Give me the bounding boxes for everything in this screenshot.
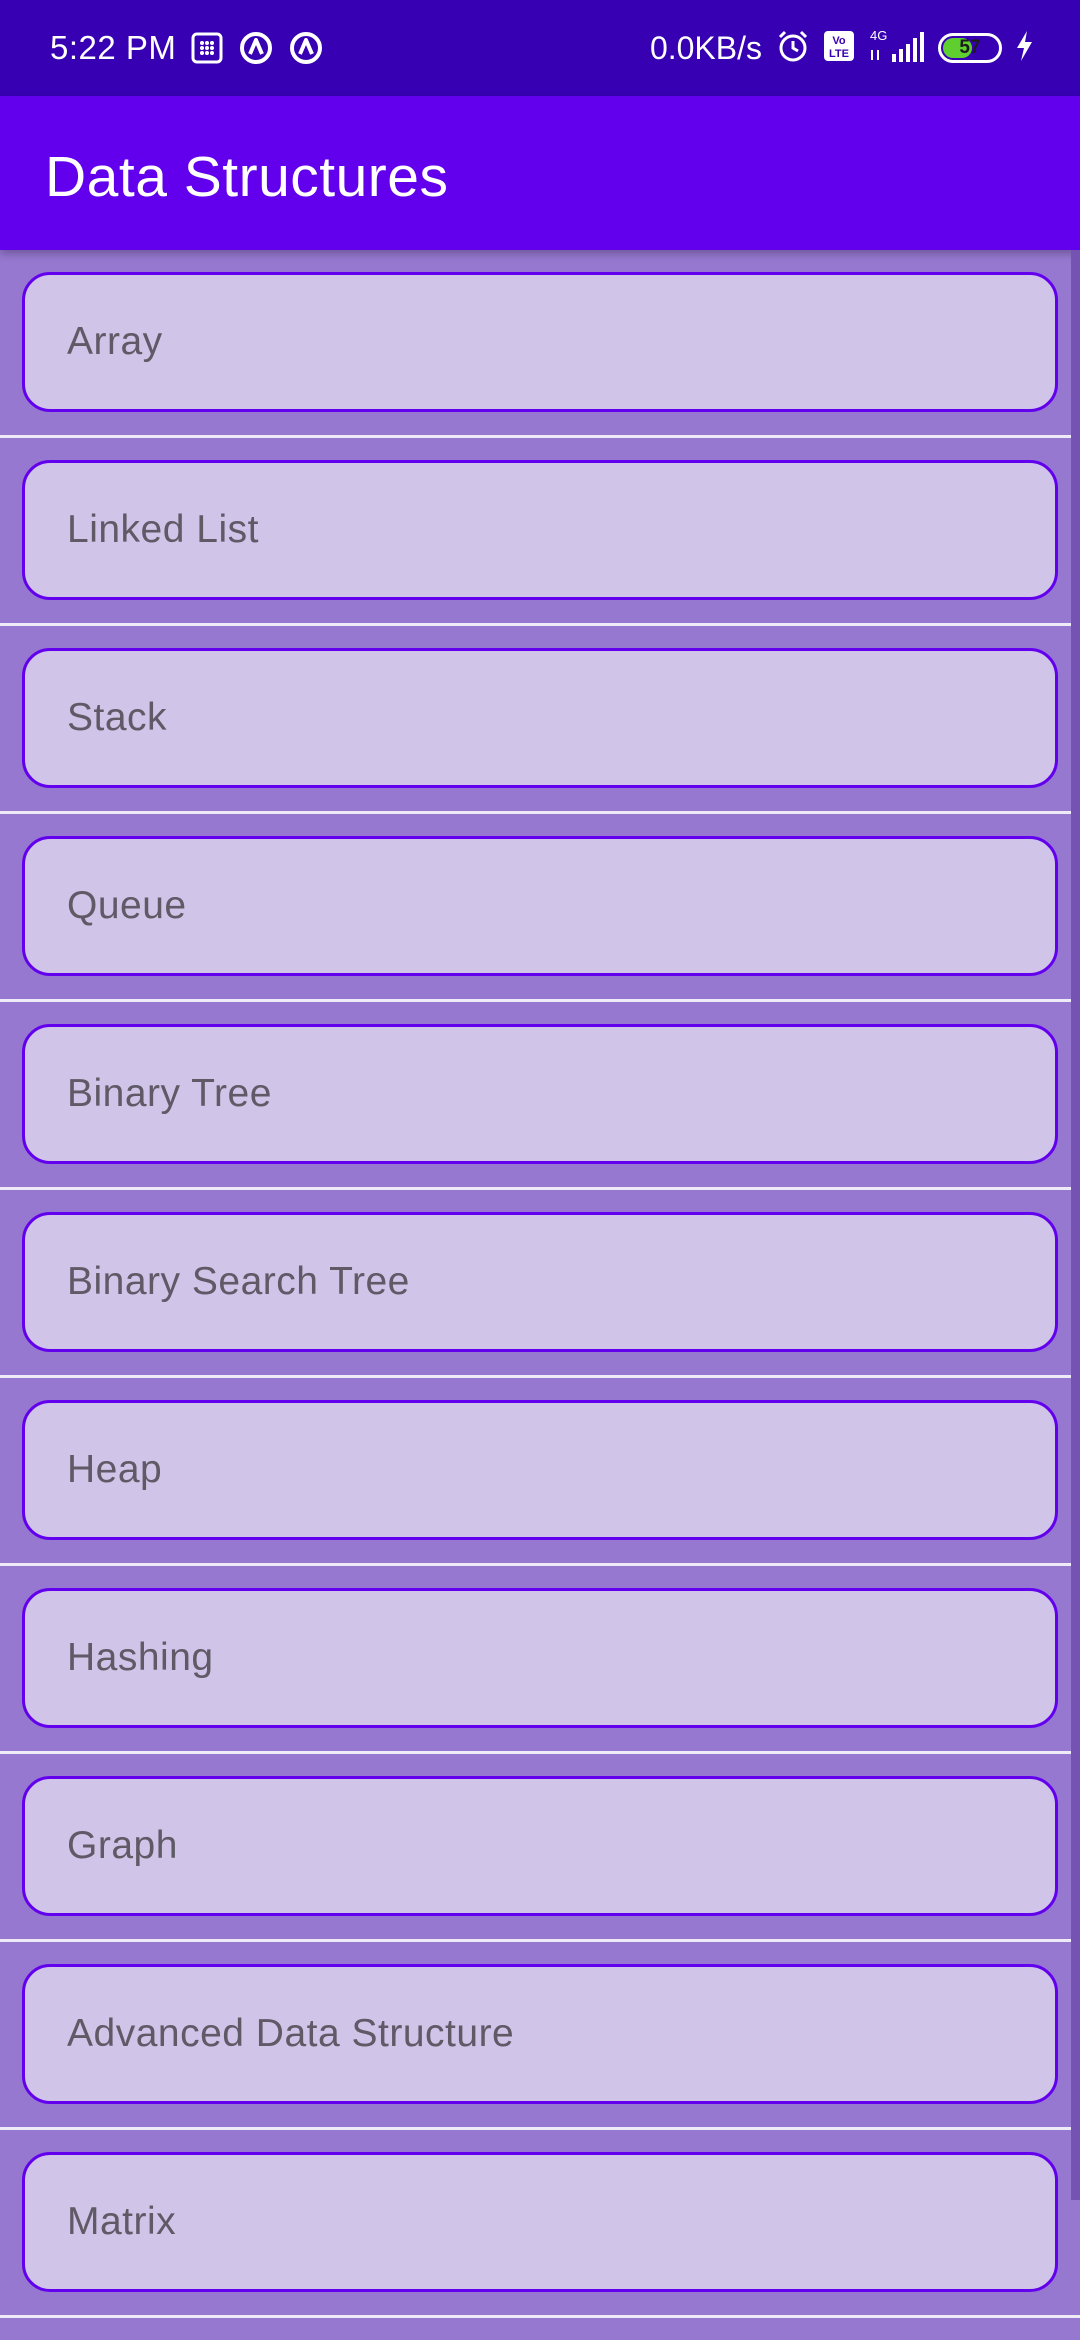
list-item-label: Heap [67,1448,163,1491]
list-item: Binary Tree [0,1002,1080,1190]
list-item-label: Linked List [67,508,259,551]
scrollbar[interactable] [1071,250,1080,2200]
list-item-label: Matrix [67,2200,177,2243]
list-item-card[interactable]: Binary Tree [22,1024,1058,1164]
page-title: Data Structures [45,145,449,209]
network-speed: 0.0KB/s [649,29,762,66]
list-item-card[interactable]: Stack [22,648,1058,788]
list-item: Binary Search Tree [0,1190,1080,1378]
list-item-card[interactable]: Linked List [22,460,1058,600]
svg-text:LTE: LTE [829,48,849,60]
list-item: Matrix [0,2130,1080,2318]
list-item: Hashing [0,1566,1080,1754]
assistant-icon [238,30,274,66]
list-item-card[interactable]: Array [22,272,1058,412]
list-item-label: Binary Tree [67,1072,272,1115]
list-item-label: Advanced Data Structure [67,2012,515,2055]
list-item-card[interactable]: Hashing [22,1588,1058,1728]
list-item-card[interactable]: Advanced Data Structure [22,1964,1058,2104]
svg-text:Vo: Vo [832,35,846,47]
list-item-label: Graph [67,1824,178,1867]
charging-icon [1014,30,1034,67]
status-bar: 5:22 PM 0.0KB/s Vo LTE 4G 57 [0,0,1080,96]
alarm-icon [776,29,810,68]
list-item: Heap [0,1378,1080,1566]
list-item-card[interactable]: Binary Search Tree [22,1212,1058,1352]
list-item-label: Binary Search Tree [67,1260,410,1303]
battery-icon: 57 [938,33,1002,63]
list-item-label: Stack [67,696,168,739]
list-item: Graph [0,1754,1080,1942]
svg-text:4G: 4G [870,28,887,43]
status-left: 5:22 PM [50,29,324,67]
list-item-label: Array [67,320,163,363]
list-item-card[interactable]: Heap [22,1400,1058,1540]
list-item-card[interactable]: Queue [22,836,1058,976]
list-item: Array [0,250,1080,438]
volte-icon: Vo LTE [822,29,856,68]
calendar-icon [190,31,224,65]
status-right: 0.0KB/s Vo LTE 4G 57 [650,28,1034,69]
assistant-icon [288,30,324,66]
list-item: Linked List [0,438,1080,626]
list-item: Queue [0,814,1080,1002]
status-time: 5:22 PM [50,29,177,66]
list-item-card[interactable]: Matrix [22,2152,1058,2292]
signal-icon: 4G [868,28,926,69]
battery-level: 57 [959,37,981,58]
list-item-label: Hashing [67,1636,214,1679]
list-item: Advanced Data Structure [0,1942,1080,2130]
app-bar: Data Structures [0,96,1080,250]
list-item-card[interactable]: Graph [22,1776,1058,1916]
list-item-label: Queue [67,884,187,927]
list-item: Stack [0,626,1080,814]
data-structure-list[interactable]: Array Linked List Stack Queue Binary Tree Bin… [0,250,1080,2318]
